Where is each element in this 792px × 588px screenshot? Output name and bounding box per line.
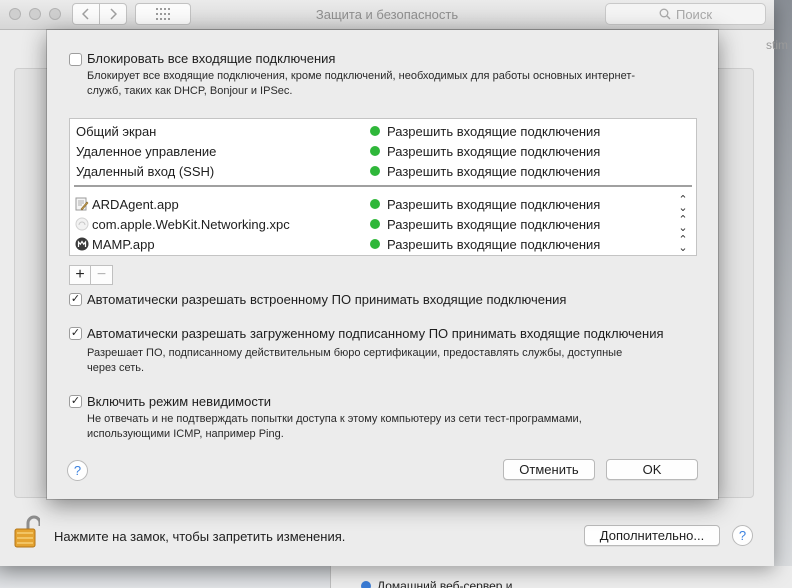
service-status: Разрешить входящие подключения [387,144,601,159]
service-name: Удаленный вход (SSH) [76,164,215,179]
service-name: Удаленное управление [76,144,217,159]
status-indicator [370,199,380,209]
add-app-button[interactable]: + [69,265,91,285]
app-status[interactable]: Разрешить входящие подключения [387,197,600,212]
background-list-item: Домашний веб-сервер и [377,579,513,588]
auto-signed-description: Разрешает ПО, подписанному действительны… [87,346,707,376]
stealth-mode-description: Не отвечать и не подтверждать попытки до… [87,412,707,442]
block-all-checkbox[interactable] [69,53,82,66]
background-window-left [0,566,330,588]
auto-signed-description-line1: Разрешает ПО, подписанному действительны… [87,347,623,359]
stealth-mode-checkbox[interactable]: ✓ [69,395,82,408]
app-status[interactable]: Разрешить входящие подключения [387,217,600,232]
background-window-right: Домашний веб-сервер и [330,566,792,588]
status-indicator [370,219,380,229]
list-item[interactable]: ARDAgent.app Разрешить входящие подключе… [70,194,696,214]
updown-arrows-icon[interactable]: ⌃ ⌄ [678,195,688,214]
list-item[interactable]: Общий экран Разрешить входящие подключен… [70,121,696,141]
auto-signed-checkbox[interactable]: ✓ [69,327,82,340]
list-item[interactable]: com.apple.WebKit.Networking.xpc Разрешит… [70,214,696,234]
remove-app-button[interactable]: − [91,265,113,285]
search-icon [659,8,671,20]
block-all-label: Блокировать все входящие подключения [87,51,336,66]
app-name: ARDAgent.app [92,197,179,212]
advanced-button[interactable]: Дополнительно... [584,525,720,546]
app-name: MAMP.app [92,237,155,252]
status-indicator [370,239,380,249]
auto-builtin-checkbox[interactable]: ✓ [69,293,82,306]
mamp-icon [75,237,89,251]
help-button[interactable]: ? [732,525,753,546]
list-divider [74,185,692,187]
search-placeholder: Поиск [675,6,713,22]
status-indicator [370,146,380,156]
block-all-description: Блокирует все входящие подключения, кром… [87,69,707,99]
service-name: Общий экран [76,124,157,139]
block-all-description-line2: служб, таких как DHCP, Bonjour и IPSec. [87,85,293,97]
xpc-icon [75,217,89,231]
stealth-mode-label: Включить режим невидимости [87,394,272,409]
app-status[interactable]: Разрешить входящие подключения [387,237,600,252]
block-all-description-line1: Блокирует все входящие подключения, кром… [87,70,636,82]
list-item[interactable]: Удаленное управление Разрешить входящие … [70,141,696,161]
lock-open-icon[interactable] [14,514,40,548]
tab-partial[interactable]: stim [766,38,788,52]
firewall-app-list[interactable]: Общий экран Разрешить входящие подключен… [69,118,697,256]
app-name: com.apple.WebKit.Networking.xpc [92,217,290,232]
ardagent-icon [75,197,89,211]
ok-button[interactable]: OK [606,459,698,480]
updown-arrows-icon[interactable]: ⌃ ⌄ [678,235,688,254]
service-status: Разрешить входящие подключения [387,164,601,179]
list-item[interactable]: MAMP.app Разрешить входящие подключения … [70,234,696,254]
list-item[interactable]: Удаленный вход (SSH) Разрешить входящие … [70,161,696,181]
service-status: Разрешить входящие подключения [387,124,601,139]
updown-arrows-icon[interactable]: ⌃ ⌄ [678,215,688,234]
status-indicator [370,166,380,176]
stealth-description-line2: использующими ICMP, например Ping. [87,428,284,440]
titlebar: Защита и безопасность Поиск [0,0,774,30]
status-indicator [370,126,380,136]
firewall-options-sheet: Блокировать все входящие подключения Бло… [47,30,718,499]
search-input[interactable]: Поиск [605,3,766,25]
add-remove-control: + − [69,265,113,285]
auto-signed-label: Автоматически разрешать загруженному под… [87,326,664,341]
sheet-help-button[interactable]: ? [67,460,88,481]
auto-signed-description-line2: через сеть. [87,362,145,374]
globe-icon [361,581,371,588]
auto-builtin-label: Автоматически разрешать встроенному ПО п… [87,292,567,307]
stealth-description-line1: Не отвечать и не подтверждать попытки до… [87,413,582,425]
lock-hint-text: Нажмите на замок, чтобы запретить измене… [54,529,346,544]
cancel-button[interactable]: Отменить [503,459,595,480]
